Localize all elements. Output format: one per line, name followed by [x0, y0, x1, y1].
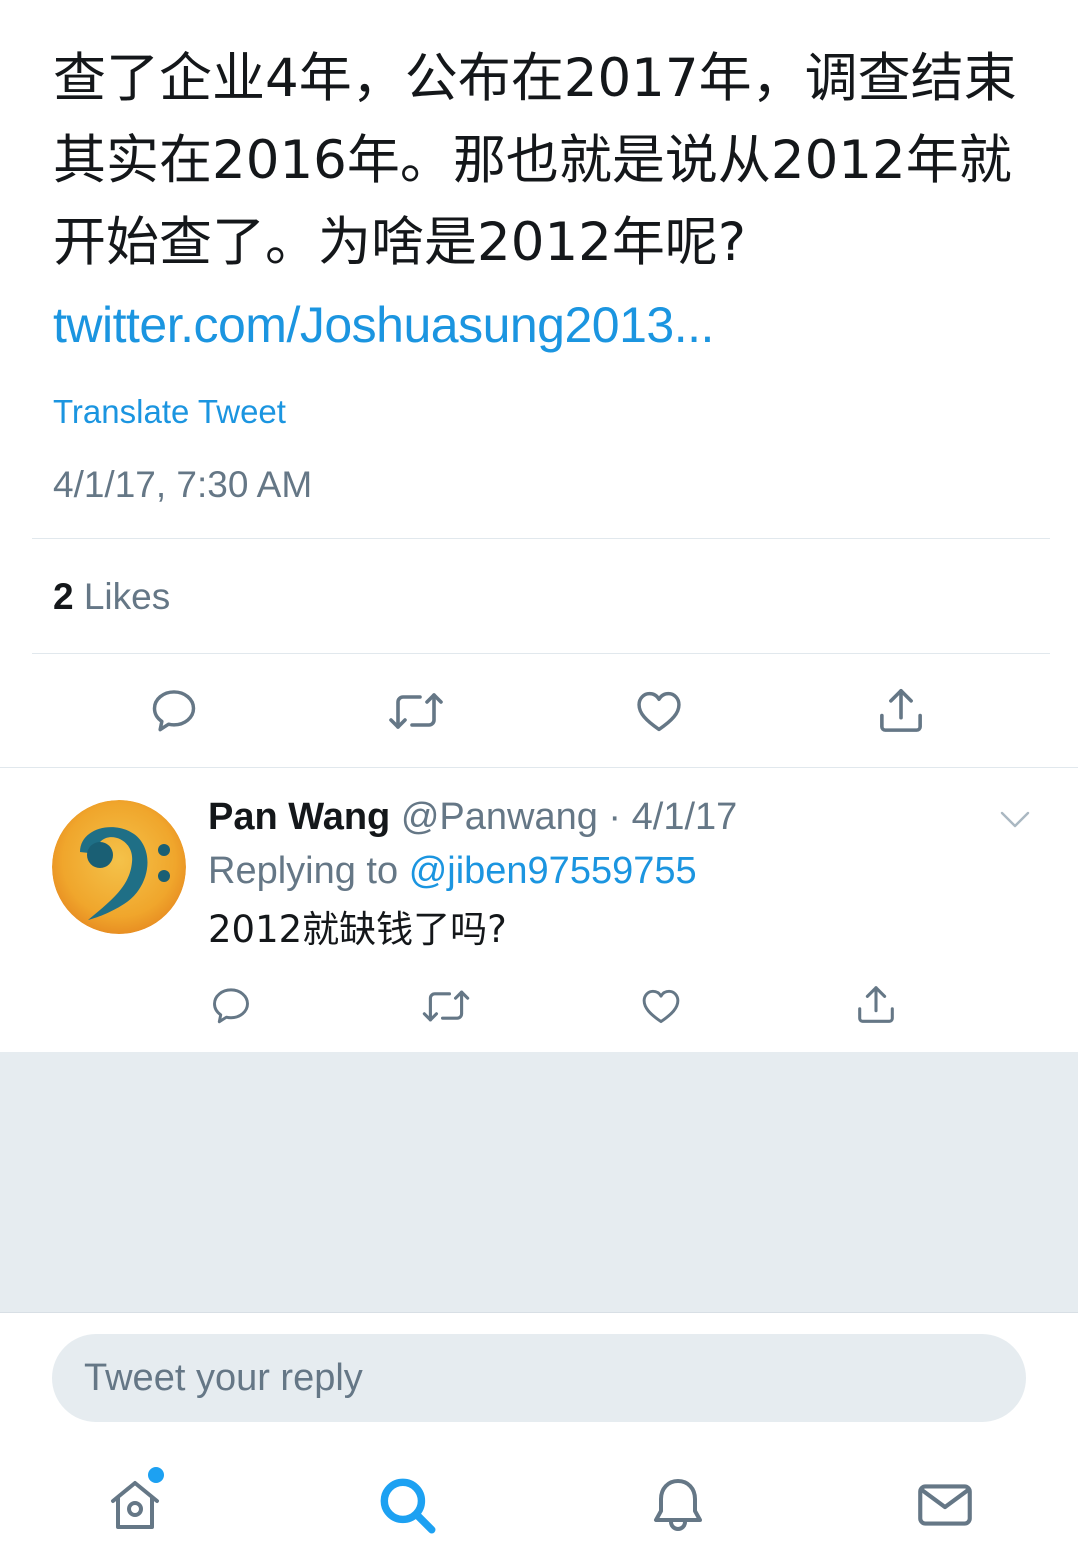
reply-header: Pan Wang @Panwang · 4/1/17: [208, 793, 737, 841]
translate-tweet-link[interactable]: Translate Tweet: [53, 390, 286, 434]
share-icon[interactable]: [853, 981, 899, 1029]
reply-input[interactable]: [52, 1334, 1026, 1422]
reply-icon[interactable]: [208, 983, 254, 1029]
empty-conversation-area: [0, 1052, 1078, 1312]
bottom-tab-bar: [0, 1440, 1078, 1568]
divider: [32, 538, 1050, 539]
messages-icon[interactable]: [910, 1470, 980, 1540]
reply-icon[interactable]: [146, 683, 202, 739]
likes-count: 2: [53, 576, 74, 617]
likes-label: Likes: [83, 576, 171, 617]
reply-author-name[interactable]: Pan Wang: [208, 796, 390, 838]
share-icon[interactable]: [873, 683, 929, 739]
likes-summary[interactable]: 2 Likes: [53, 574, 170, 620]
tweet-text: 查了企业4年，公布在2017年，调查结束其实在2016年。那也就是说从2012年…: [53, 48, 1017, 273]
replying-prefix: Replying to: [208, 850, 399, 892]
replying-to: Replying to @jiben97559755: [208, 847, 697, 895]
tweet-link[interactable]: twitter.com/Joshuasung2013...: [53, 290, 714, 360]
section-divider: [0, 767, 1078, 768]
like-icon[interactable]: [638, 983, 684, 1029]
home-notification-dot: [148, 1467, 164, 1483]
tweet-timestamp: 4/1/17, 7:30 AM: [53, 464, 313, 505]
search-icon[interactable]: [372, 1470, 442, 1540]
reply-text: 2012就缺钱了吗?: [208, 908, 507, 951]
divider: [32, 653, 1050, 654]
like-icon[interactable]: [631, 683, 687, 739]
chevron-down-icon[interactable]: [999, 808, 1031, 835]
retweet-icon[interactable]: [420, 983, 472, 1029]
reply-meta: @Panwang · 4/1/17: [400, 796, 738, 838]
notifications-icon[interactable]: [643, 1470, 713, 1540]
retweet-icon[interactable]: [386, 683, 446, 739]
avatar[interactable]: [52, 800, 186, 934]
replying-mention[interactable]: @jiben97559755: [409, 850, 697, 892]
